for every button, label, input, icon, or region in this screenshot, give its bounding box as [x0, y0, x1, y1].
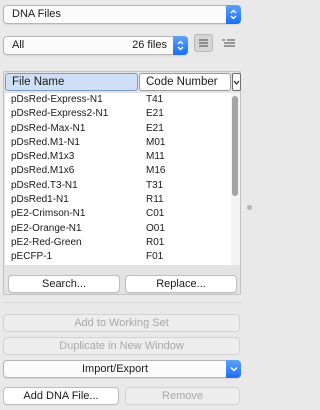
add-dna-file-button[interactable]: Add DNA File...	[3, 387, 119, 405]
code-number-cell: M16	[146, 165, 166, 177]
import-export-select[interactable]: Import/Export	[3, 360, 241, 378]
chevron-down-icon	[226, 360, 241, 378]
file-name-cell: pDsRed-Max-N1	[11, 122, 86, 134]
column-header-label: Code Number	[146, 76, 218, 88]
add-to-working-set-button[interactable]: Add to Working Set	[3, 314, 240, 332]
file-name-cell: pDsRed.M1-N1	[11, 136, 80, 148]
code-number-cell: O01	[146, 222, 165, 234]
list-view-button[interactable]	[194, 34, 213, 52]
updown-chevron-icon	[173, 36, 188, 55]
table-row[interactable]: pE2-Orange-N1 O01	[5, 222, 231, 236]
file-name-cell: pECFP-1	[11, 251, 53, 263]
code-number-cell: C01	[146, 208, 165, 220]
table-row[interactable]: pE2-Crimson-N1 C01	[5, 207, 231, 221]
table-row[interactable]: pDsRed.T3-N1 T31	[5, 179, 231, 193]
file-name-cell: pDsRed.M1x3	[11, 151, 75, 163]
table-row[interactable]: pECFP-1 F01	[5, 250, 231, 264]
table-row[interactable]: pDsRed-Express2-N1 E21	[5, 107, 231, 121]
divider	[3, 302, 241, 303]
column-menu-button[interactable]	[232, 73, 241, 91]
table-row[interactable]: pDsRed-Express-N1 T41	[5, 93, 231, 107]
filter-select[interactable]: All 26 files	[3, 36, 188, 55]
file-type-select[interactable]: DNA Files	[3, 5, 241, 24]
file-name-cell: pE2-Crimson-N1	[11, 208, 86, 220]
chevron-down-icon	[233, 80, 240, 85]
column-header-code-number[interactable]: Code Number	[139, 73, 231, 91]
table-row[interactable]: pDsRed.M1x3 M11	[5, 150, 231, 164]
indented-list-view-button[interactable]	[219, 35, 238, 51]
file-name-cell: pDsRed.T3-N1	[11, 179, 78, 191]
table-rows: pDsRed-Express-N1 T41 pDsRed-Express2-N1 E…	[5, 93, 231, 265]
splitter-handle[interactable]	[247, 205, 252, 210]
duplicate-in-new-window-button[interactable]: Duplicate in New Window	[3, 337, 240, 355]
code-number-cell: R11	[146, 194, 164, 206]
code-number-cell: M01	[146, 136, 166, 148]
table-row[interactable]: pDsRed-Max-N1 E21	[5, 122, 231, 136]
code-number-cell: T31	[146, 179, 164, 191]
file-name-cell: pDsRed1-N1	[11, 194, 69, 206]
remove-button[interactable]: Remove	[125, 387, 240, 405]
vertical-scrollbar[interactable]	[231, 93, 240, 265]
file-name-cell: pDsRed-Express2-N1	[11, 108, 109, 120]
file-name-cell: pDsRed.M1x6	[11, 165, 75, 177]
scrollbar-thumb[interactable]	[232, 96, 238, 196]
code-number-cell: T41	[146, 94, 164, 105]
file-name-cell: pE2-Orange-N1	[11, 222, 82, 234]
table-row[interactable]: pE2-Red-Green R01	[5, 236, 231, 250]
code-number-cell: F01	[146, 251, 164, 263]
column-header-label: File Name	[12, 76, 65, 88]
import-export-label: Import/Export	[81, 363, 149, 375]
code-number-cell: M11	[146, 151, 165, 163]
file-type-value: DNA Files	[12, 8, 61, 20]
column-header-file-name[interactable]: File Name	[5, 73, 138, 91]
list-view-icon	[199, 39, 208, 47]
search-button[interactable]: Search...	[8, 275, 120, 293]
table-row[interactable]: pDsRed1-N1 R11	[5, 193, 231, 207]
table-row[interactable]: pDsRed.M1x6 M16	[5, 164, 231, 178]
code-number-cell: E21	[146, 122, 164, 134]
table-row[interactable]: pDsRed.M1-N1 M01	[5, 136, 231, 150]
code-number-cell: R01	[146, 236, 165, 248]
updown-chevron-icon	[226, 5, 241, 24]
filter-value: All	[12, 39, 25, 51]
file-count: 26 files	[132, 39, 167, 51]
code-number-cell: E21	[146, 108, 164, 120]
replace-button[interactable]: Replace...	[125, 275, 237, 293]
file-name-cell: pE2-Red-Green	[11, 236, 82, 248]
indented-list-view-icon	[222, 39, 235, 47]
file-name-cell: pDsRed-Express-N1	[11, 94, 103, 105]
